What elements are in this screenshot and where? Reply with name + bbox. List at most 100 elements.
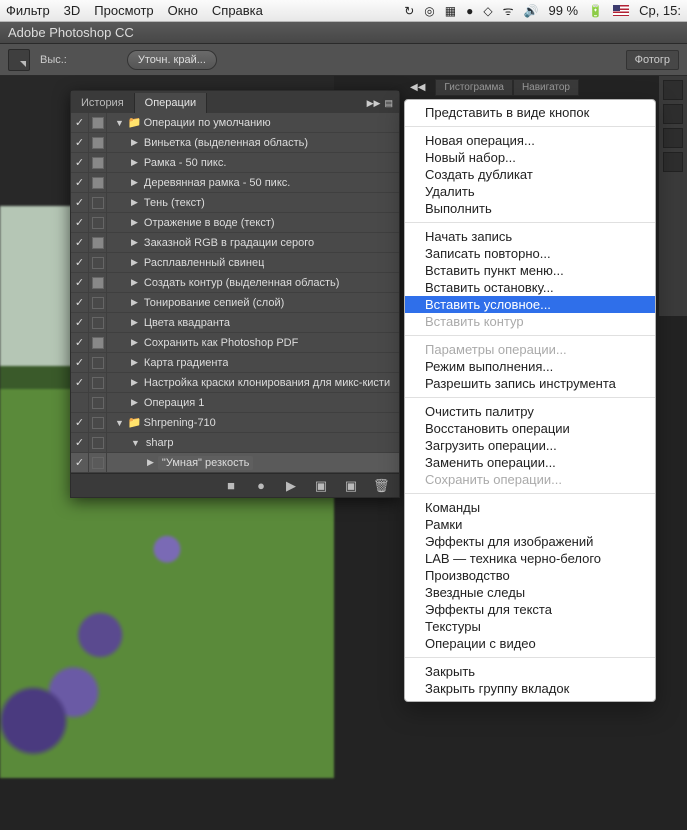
toggle-checkbox[interactable]: ✓	[71, 373, 89, 393]
action-row[interactable]: ✓▶Виньетка (выделенная область)	[71, 133, 399, 153]
action-row[interactable]: ✓▶Тень (текст)	[71, 193, 399, 213]
dialog-toggle[interactable]	[89, 173, 107, 193]
menu-item[interactable]: Закрыть группу вкладок	[405, 680, 655, 697]
menu-item[interactable]: Очистить палитру	[405, 403, 655, 420]
dialog-toggle[interactable]	[89, 233, 107, 253]
menu-view[interactable]: Просмотр	[94, 3, 153, 18]
menu-item[interactable]: Вставить остановку...	[405, 279, 655, 296]
dialog-toggle[interactable]	[89, 113, 107, 133]
menu-item[interactable]: Создать дубликат	[405, 166, 655, 183]
trash-button[interactable]: 🗑	[373, 478, 389, 494]
menu-item[interactable]: Операции с видео	[405, 635, 655, 652]
panel-flyout-button[interactable]: ▶▶▤	[361, 94, 399, 113]
disclosure-closed-icon[interactable]: ▶	[127, 177, 142, 188]
toggle-checkbox[interactable]: ✓	[71, 333, 89, 353]
stop-button[interactable]: ■	[223, 478, 239, 494]
menu-item[interactable]: Новая операция...	[405, 132, 655, 149]
toggle-checkbox[interactable]: ✓	[71, 433, 89, 453]
refine-edge-button[interactable]: Уточн. край...	[127, 50, 217, 70]
menu-item[interactable]: Новый набор...	[405, 149, 655, 166]
dock-icon-2[interactable]	[663, 104, 683, 124]
toggle-checkbox[interactable]: ✓	[71, 113, 89, 133]
disclosure-closed-icon[interactable]: ▶	[127, 297, 142, 308]
dialog-toggle[interactable]	[89, 193, 107, 213]
disclosure-closed-icon[interactable]: ▶	[127, 337, 142, 348]
menu-filter[interactable]: Фильтр	[6, 3, 50, 18]
menu-3d[interactable]: 3D	[64, 3, 81, 18]
toggle-checkbox[interactable]: ✓	[71, 193, 89, 213]
input-source-flag-icon[interactable]	[613, 5, 629, 16]
expand-dock-icon[interactable]: ◀◀	[410, 82, 425, 93]
menu-item[interactable]: Удалить	[405, 183, 655, 200]
action-row[interactable]: ✓▶Деревянная рамка - 50 пикс.	[71, 173, 399, 193]
toggle-checkbox[interactable]: ✓	[71, 413, 89, 433]
dialog-toggle[interactable]	[89, 293, 107, 313]
dock-icon-1[interactable]	[663, 80, 683, 100]
action-row[interactable]: ✓▶Создать контур (выделенная область)	[71, 273, 399, 293]
action-row[interactable]: ✓▶Расплавленный свинец	[71, 253, 399, 273]
toggle-checkbox[interactable]: ✓	[71, 273, 89, 293]
dialog-toggle[interactable]	[89, 353, 107, 373]
disclosure-closed-icon[interactable]: ▶	[127, 257, 142, 268]
disclosure-closed-icon[interactable]: ▶	[127, 397, 142, 408]
action-row[interactable]: ✓▼📁Shrpening-710	[71, 413, 399, 433]
menu-item[interactable]: Заменить операции...	[405, 454, 655, 471]
action-row[interactable]: ▶Операция 1	[71, 393, 399, 413]
tab-navigator[interactable]: Навигатор	[513, 79, 579, 96]
menu-item[interactable]: Закрыть	[405, 663, 655, 680]
menu-item[interactable]: Эффекты для текста	[405, 601, 655, 618]
workspace-switcher[interactable]: Фотогр	[626, 50, 679, 70]
dialog-toggle[interactable]	[89, 313, 107, 333]
disclosure-closed-icon[interactable]: ▶	[127, 377, 142, 388]
menu-item[interactable]: Производство	[405, 567, 655, 584]
disclosure-closed-icon[interactable]: ▶	[127, 277, 142, 288]
disclosure-closed-icon[interactable]: ▶	[143, 457, 158, 468]
menu-item[interactable]: Вставить пункт меню...	[405, 262, 655, 279]
toggle-checkbox[interactable]: ✓	[71, 153, 89, 173]
disclosure-closed-icon[interactable]: ▶	[127, 357, 142, 368]
disclosure-closed-icon[interactable]: ▶	[127, 197, 142, 208]
toggle-checkbox[interactable]	[71, 393, 89, 413]
menu-item[interactable]: Представить в виде кнопок	[405, 104, 655, 121]
dialog-toggle[interactable]	[89, 413, 107, 433]
toggle-checkbox[interactable]: ✓	[71, 173, 89, 193]
record-button[interactable]: ●	[253, 478, 269, 494]
dialog-toggle[interactable]	[89, 213, 107, 233]
disclosure-open-icon[interactable]: ▼	[111, 118, 128, 128]
action-row[interactable]: ✓▶"Умная" резкость	[71, 453, 399, 473]
tool-preset-icon[interactable]	[8, 49, 30, 71]
menu-item[interactable]: Рамки	[405, 516, 655, 533]
menu-item[interactable]: Загрузить операции...	[405, 437, 655, 454]
menu-help[interactable]: Справка	[212, 3, 263, 18]
action-row[interactable]: ✓▼sharp	[71, 433, 399, 453]
disclosure-closed-icon[interactable]: ▶	[127, 237, 142, 248]
dock-icon-3[interactable]	[663, 128, 683, 148]
new-action-button[interactable]: ▣	[343, 478, 359, 494]
action-row[interactable]: ✓▶Настройка краски клонирования для микс…	[71, 373, 399, 393]
menu-window[interactable]: Окно	[168, 3, 198, 18]
action-row[interactable]: ✓▶Отражение в воде (текст)	[71, 213, 399, 233]
menu-item[interactable]: Режим выполнения...	[405, 358, 655, 375]
play-button[interactable]: ▶	[283, 478, 299, 494]
menu-item[interactable]: Команды	[405, 499, 655, 516]
dialog-toggle[interactable]	[89, 453, 107, 473]
menu-item[interactable]: Разрешить запись инструмента	[405, 375, 655, 392]
dialog-toggle[interactable]	[89, 273, 107, 293]
toggle-checkbox[interactable]: ✓	[71, 253, 89, 273]
tab-history[interactable]: История	[71, 93, 135, 113]
menu-item[interactable]: Записать повторно...	[405, 245, 655, 262]
toggle-checkbox[interactable]: ✓	[71, 213, 89, 233]
menu-item[interactable]: Вставить условное...	[405, 296, 655, 313]
toggle-checkbox[interactable]: ✓	[71, 293, 89, 313]
toggle-checkbox[interactable]: ✓	[71, 453, 89, 473]
dialog-toggle[interactable]	[89, 153, 107, 173]
toggle-checkbox[interactable]: ✓	[71, 353, 89, 373]
new-set-button[interactable]: ▣	[313, 478, 329, 494]
action-row[interactable]: ✓▶Карта градиента	[71, 353, 399, 373]
menu-item[interactable]: Эффекты для изображений	[405, 533, 655, 550]
dialog-toggle[interactable]	[89, 373, 107, 393]
disclosure-closed-icon[interactable]: ▶	[127, 137, 142, 148]
menu-item[interactable]: Начать запись	[405, 228, 655, 245]
tab-histogram[interactable]: Гистограмма	[435, 79, 513, 96]
disclosure-closed-icon[interactable]: ▶	[127, 317, 142, 328]
